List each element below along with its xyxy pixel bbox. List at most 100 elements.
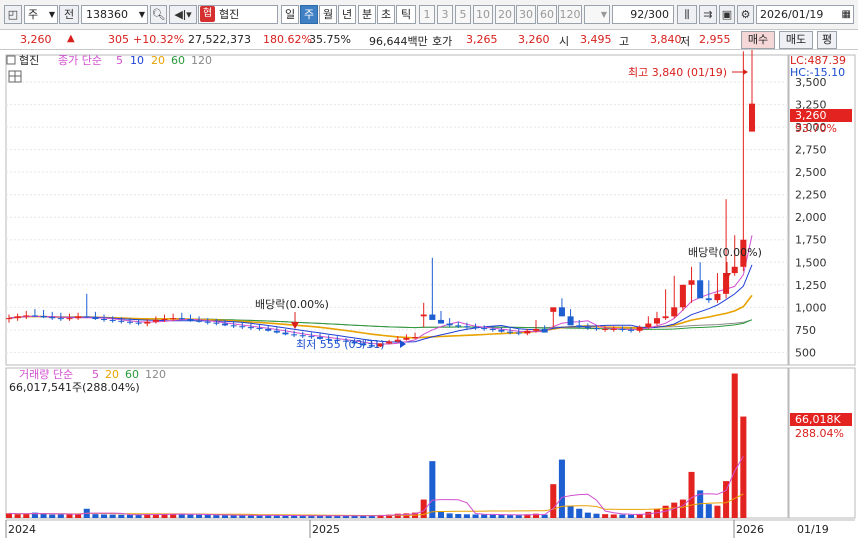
- open-label: 시: [559, 35, 570, 48]
- candle-body: [558, 307, 565, 317]
- interval-custom-select[interactable]: ▼: [584, 5, 610, 24]
- turnover-pct: 35.75%: [309, 33, 351, 46]
- volume-bar: [5, 513, 13, 518]
- candle-body: [273, 330, 280, 333]
- interval-3[interactable]: 3: [437, 5, 453, 24]
- calendar-icon: ▦: [841, 9, 851, 20]
- candle-body: [14, 316, 21, 319]
- volume-legend-label: 거래량 단순: [19, 368, 73, 381]
- candle-body: [49, 317, 56, 319]
- candle-type-icon[interactable]: ⫼: [677, 5, 697, 24]
- interval-30[interactable]: 30: [516, 5, 536, 24]
- candle-body: [66, 318, 73, 320]
- prev-button[interactable]: 전: [59, 5, 79, 24]
- volume-bar: [49, 514, 56, 518]
- window-menu-icon[interactable]: ◰: [4, 5, 22, 24]
- low-price: 2,955: [699, 33, 731, 46]
- chevron-down-icon: ▼: [600, 10, 607, 19]
- candle-body: [636, 327, 643, 331]
- candle-body: [567, 316, 574, 326]
- interval-20[interactable]: 20: [495, 5, 515, 24]
- x-label-2025: 2025: [312, 523, 340, 536]
- search-icon[interactable]: 🔍︎: [150, 5, 167, 24]
- candle-body: [299, 335, 306, 337]
- save-icon[interactable]: ▣: [719, 5, 735, 24]
- buy-button[interactable]: 매수: [741, 31, 775, 49]
- candle-body: [671, 307, 678, 317]
- candle-body: [507, 331, 514, 333]
- volume-legend-ma20: 20: [105, 368, 119, 381]
- period-year[interactable]: 년: [338, 5, 356, 24]
- candle-body: [291, 334, 298, 336]
- candle-body: [705, 298, 712, 301]
- stock-code-value: 138360: [86, 8, 128, 21]
- interval-120[interactable]: 120: [558, 5, 582, 24]
- price-tick-label: 1,000: [795, 301, 827, 314]
- volume-legend-ma60: 60: [125, 368, 139, 381]
- chart-canvas[interactable]: 3,5003,2503,0002,7502,5002,2502,0001,750…: [0, 50, 858, 540]
- quote-bar: 3,260 ▲ 305 +10.32% 27,522,373 180.62% 3…: [0, 30, 858, 50]
- volume-bar: [645, 511, 652, 518]
- candle-body: [265, 328, 272, 331]
- interval-1[interactable]: 1: [419, 5, 435, 24]
- period-month[interactable]: 월: [319, 5, 337, 24]
- interval-5[interactable]: 5: [455, 5, 471, 24]
- high-price: 3,840: [650, 33, 682, 46]
- price-tick-label: 1,250: [795, 279, 827, 292]
- stock-code-input[interactable]: 138360 ▼: [81, 5, 148, 24]
- volume-bar: [57, 514, 64, 518]
- current-price: 3,260: [20, 33, 52, 46]
- price-tick-label: 750: [795, 324, 816, 337]
- volume-bar: [481, 514, 488, 518]
- volume-bar: [679, 499, 686, 518]
- candle-body: [515, 332, 522, 334]
- candle-body: [213, 322, 220, 324]
- volume-bar: [92, 514, 99, 518]
- price-change-pct: +10.32%: [133, 33, 185, 46]
- candle-body: [83, 316, 90, 318]
- volume-bar: [437, 511, 445, 518]
- sell-button[interactable]: 매도: [779, 31, 813, 49]
- volume-summary: 66,017,541주(288.04%): [9, 381, 140, 394]
- candle-body: [196, 320, 203, 322]
- candle-body: [204, 321, 211, 323]
- period-week[interactable]: 주: [300, 5, 318, 24]
- date-field[interactable]: 2026/01/19 ▦: [756, 5, 854, 24]
- candle-body: [498, 329, 505, 332]
- candle-body: [610, 328, 617, 330]
- market-select[interactable]: 주 ▼: [24, 5, 58, 24]
- volume-bar: [602, 514, 609, 518]
- sound-icon[interactable]: ◀ǀ▾: [169, 5, 197, 24]
- period-minute[interactable]: 분: [358, 5, 376, 24]
- candle-body: [5, 318, 13, 320]
- x-label-2024: 2024: [8, 523, 36, 536]
- chart-options-icon[interactable]: ⇉: [699, 5, 717, 24]
- volume-bar: [455, 514, 462, 518]
- low-annotation: 최저 555 (03/31): [296, 338, 385, 351]
- evaluate-button[interactable]: 평: [817, 31, 837, 49]
- gear-icon[interactable]: ⚙: [737, 5, 754, 24]
- period-second[interactable]: 초: [377, 5, 395, 24]
- price-tick-label: 2,750: [795, 144, 827, 157]
- candle-body: [221, 323, 229, 326]
- volume-bar: [463, 514, 470, 518]
- volume-bar: [40, 514, 47, 518]
- interval-10[interactable]: 10: [473, 5, 493, 24]
- x-label-2026: 2026: [736, 523, 764, 536]
- candle-body: [524, 330, 531, 334]
- period-tick[interactable]: 틱: [396, 5, 416, 24]
- page-count-field[interactable]: 92/300: [612, 5, 674, 24]
- candle-body: [178, 318, 185, 320]
- candle-body: [593, 328, 600, 330]
- volume-ratio: 180.62%: [263, 33, 312, 46]
- date-value: 2026/01/19: [760, 8, 824, 21]
- pane-menu-icon[interactable]: [6, 55, 16, 65]
- bid-price: 3,260: [518, 33, 550, 46]
- chart-area[interactable]: 3,500 3,250 3,000 2,750 2,500 2,250 2,000 1,750…: [0, 50, 858, 540]
- volume-bar: [584, 512, 591, 518]
- candle-body: [602, 328, 609, 330]
- period-day[interactable]: 일: [281, 5, 299, 24]
- volume-bar: [498, 514, 505, 518]
- candle-body: [688, 280, 695, 285]
- interval-60[interactable]: 60: [537, 5, 557, 24]
